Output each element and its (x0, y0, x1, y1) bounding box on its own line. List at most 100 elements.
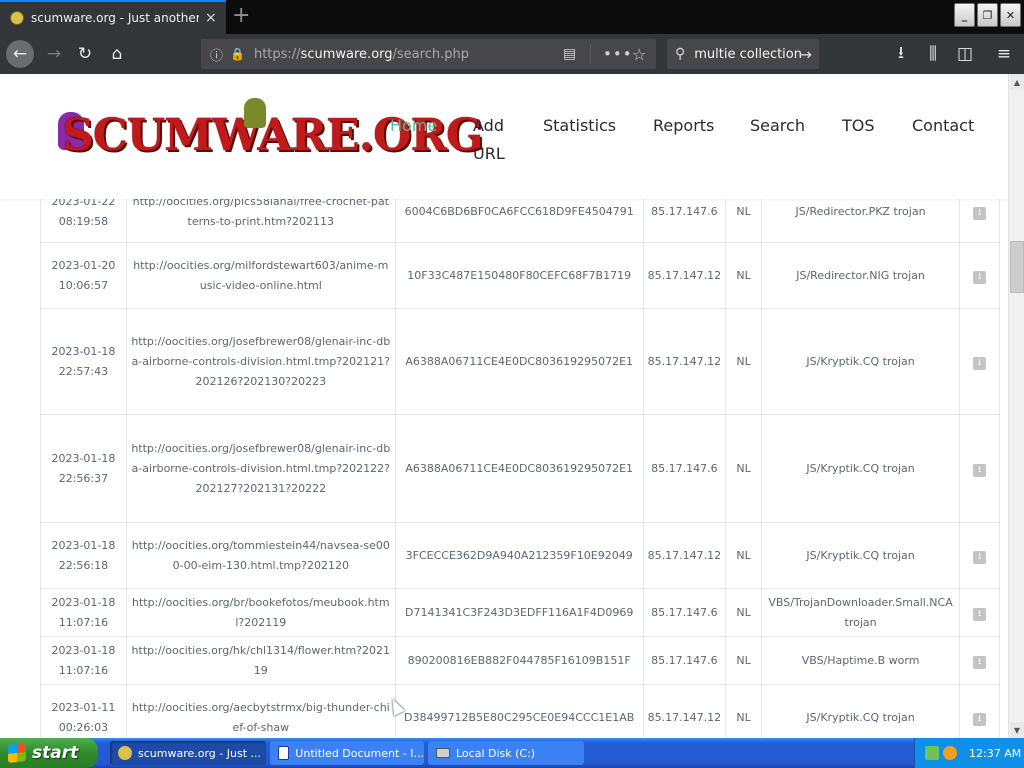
page-info-icon[interactable]: ⓘ (210, 45, 223, 64)
start-button[interactable]: start (0, 738, 98, 768)
url-text[interactable]: http://oocities.org/aecbytstrmx/big-thun… (132, 701, 390, 734)
ip-text: 85.17.147.6 (651, 461, 718, 475)
ip-cell: 85.17.147.12 (642, 308, 727, 415)
country-cell: NL (725, 522, 763, 589)
ip-cell: 85.17.147.12 (642, 522, 727, 589)
date-cell: 2023-01-18 11:07:16 (40, 636, 127, 685)
library-button[interactable]: ⫼ (920, 41, 946, 67)
date-cell: 2023-01-18 22:56:37 (40, 414, 127, 523)
browser-toolbar: ← → ↻ ⌂ ⓘ 🔒 https://scumware.org/search.… (0, 34, 1024, 74)
nav-reports[interactable]: Reports (653, 112, 714, 140)
network-tray-icon[interactable] (925, 746, 939, 760)
url-text[interactable]: http://oocities.org/milfordstewart603/an… (133, 259, 388, 292)
nav-statistics[interactable]: Statistics (543, 112, 616, 140)
search-tray-icon[interactable] (943, 746, 957, 760)
threat-cell: JS/Kryptik.CQ trojan (761, 684, 961, 738)
hash-text: D38499712B5E80C295CE0E94CCC1E1AB (404, 710, 635, 724)
nav-search[interactable]: Search (750, 112, 805, 140)
country-text: NL (736, 461, 751, 475)
url-cell: http://oocities.org/hk/chl1314/flower.ht… (125, 636, 396, 685)
tab-close-icon[interactable]: × (205, 10, 217, 26)
table-row: 2023-01-18 22:56:18 http://oocities.org/to… (40, 522, 1000, 589)
url-domain: scumware.org (300, 46, 393, 62)
ip-cell: 85.17.147.6 (642, 588, 727, 637)
date-text: 2023-01-18 (51, 451, 116, 465)
task-label: Local Disk (C:) (456, 746, 536, 760)
downloads-button[interactable]: ⭳ (888, 41, 914, 67)
country-cell: NL (725, 588, 763, 637)
threat-text: JS/Kryptik.CQ trojan (806, 354, 915, 368)
site-favicon-icon (10, 11, 24, 25)
back-button[interactable]: ← (6, 40, 34, 68)
download-cell: ⭳ (959, 242, 1000, 309)
taskbar-item-document[interactable]: Untitled Document - I... (270, 741, 424, 765)
scroll-up-arrow-icon[interactable]: ▲ (1010, 74, 1024, 90)
hamburger-menu-button[interactable]: ≡ (991, 41, 1017, 67)
country-text: NL (736, 548, 751, 562)
tab-title: scumware.org - Just another free (31, 11, 199, 25)
search-icon: ⚲ (675, 46, 686, 62)
download-icon[interactable]: ⭳ (973, 712, 987, 726)
download-icon[interactable]: ⭳ (973, 206, 987, 220)
minimize-button[interactable]: _ (954, 3, 975, 27)
bookmark-star-icon[interactable]: ☆ (632, 45, 646, 64)
time-text: 22:56:18 (58, 558, 109, 572)
home-button[interactable]: ⌂ (104, 41, 130, 67)
clock: 12:37 AM (969, 746, 1022, 760)
download-cell: ⭳ (959, 308, 1000, 415)
download-icon[interactable]: ⭳ (973, 655, 987, 669)
download-icon[interactable]: ⭳ (973, 550, 987, 564)
search-query[interactable]: multie collection (694, 47, 802, 62)
url-cell: http://oocities.org/josefbrewer08/glenai… (125, 308, 396, 415)
url-text[interactable]: http://oocities.org/hk/chl1314/flower.ht… (132, 644, 390, 677)
hash-cell: D38499712B5E80C295CE0E94CCC1E1AB (394, 684, 644, 738)
url-text[interactable]: http://oocities.org/pics58lanai/free-cro… (133, 195, 389, 228)
reload-button[interactable]: ↻ (72, 41, 98, 67)
date-cell: 2023-01-11 00:26:03 (40, 684, 127, 738)
forward-button[interactable]: → (41, 41, 67, 67)
url-text[interactable]: http://oocities.org/br/bookefotos/meuboo… (132, 596, 390, 629)
nav-tos[interactable]: TOS (842, 112, 875, 140)
date-cell: 2023-01-20 10:06:57 (40, 242, 127, 309)
url-text[interactable]: http://oocities.org/josefbrewer08/glenai… (131, 335, 390, 388)
maximize-button[interactable]: ❐ (977, 3, 998, 27)
url-text[interactable]: https://scumware.org/search.php (254, 47, 469, 62)
page-actions-icon[interactable]: ••• (603, 45, 633, 63)
nav-add-url[interactable]: Add URL (473, 112, 513, 168)
reader-view-icon[interactable]: ▤ (563, 46, 576, 62)
date-text: 2023-01-18 (51, 595, 116, 609)
sidebar-toggle-button[interactable]: ◫ (952, 41, 978, 67)
country-text: NL (736, 653, 751, 667)
results-table: 2023-01-22 08:19:58 http://oocities.org/pi… (40, 180, 1000, 738)
threat-cell: VBS/TrojanDownloader.Small.NCA trojan (761, 588, 961, 637)
task-label: Untitled Document - I... (295, 746, 424, 760)
ip-text: 85.17.147.6 (651, 605, 718, 619)
browser-tab[interactable]: scumware.org - Just another free × (0, 0, 226, 34)
search-bar[interactable]: ⚲ multie collection → (667, 39, 819, 69)
page-scrollbar[interactable]: ▲ ▼ (1008, 74, 1024, 738)
search-go-icon[interactable]: → (799, 45, 812, 64)
download-icon[interactable]: ⭳ (973, 607, 987, 621)
download-icon[interactable]: ⭳ (973, 270, 987, 284)
address-bar[interactable]: ⓘ 🔒 https://scumware.org/search.php ▤ ••… (201, 39, 656, 69)
country-text: NL (736, 204, 751, 218)
nav-home[interactable]: Home (390, 112, 437, 140)
country-text: NL (736, 605, 751, 619)
download-cell: ⭳ (959, 414, 1000, 523)
scroll-down-arrow-icon[interactable]: ▼ (1010, 722, 1024, 738)
close-window-button[interactable]: ✕ (1000, 3, 1021, 27)
nav-contact[interactable]: Contact (912, 112, 974, 140)
taskbar-item-local-disk[interactable]: Local Disk (C:) (428, 741, 584, 765)
table-row: 2023-01-18 11:07:16 http://oocities.org/br… (40, 588, 1000, 637)
hash-text: D7141341C3F243D3EDFF116A1F4D0969 (405, 605, 634, 619)
download-icon[interactable]: ⭳ (973, 463, 987, 477)
url-text[interactable]: http://oocities.org/josefbrewer08/glenai… (131, 442, 390, 495)
site-header: SCUMWARE.ORG Home Add URL Statistics Rep… (0, 74, 1008, 199)
download-icon[interactable]: ⭳ (973, 356, 987, 370)
scrollbar-thumb[interactable] (1010, 241, 1024, 293)
taskbar-item-firefox[interactable]: scumware.org - Just ... (110, 741, 266, 765)
url-text[interactable]: http://oocities.org/tommiestein44/navsea… (132, 539, 390, 572)
site-logo[interactable]: SCUMWARE.ORG (58, 98, 484, 174)
new-tab-button[interactable]: + (232, 5, 252, 29)
time-text: 22:57:43 (58, 364, 109, 378)
